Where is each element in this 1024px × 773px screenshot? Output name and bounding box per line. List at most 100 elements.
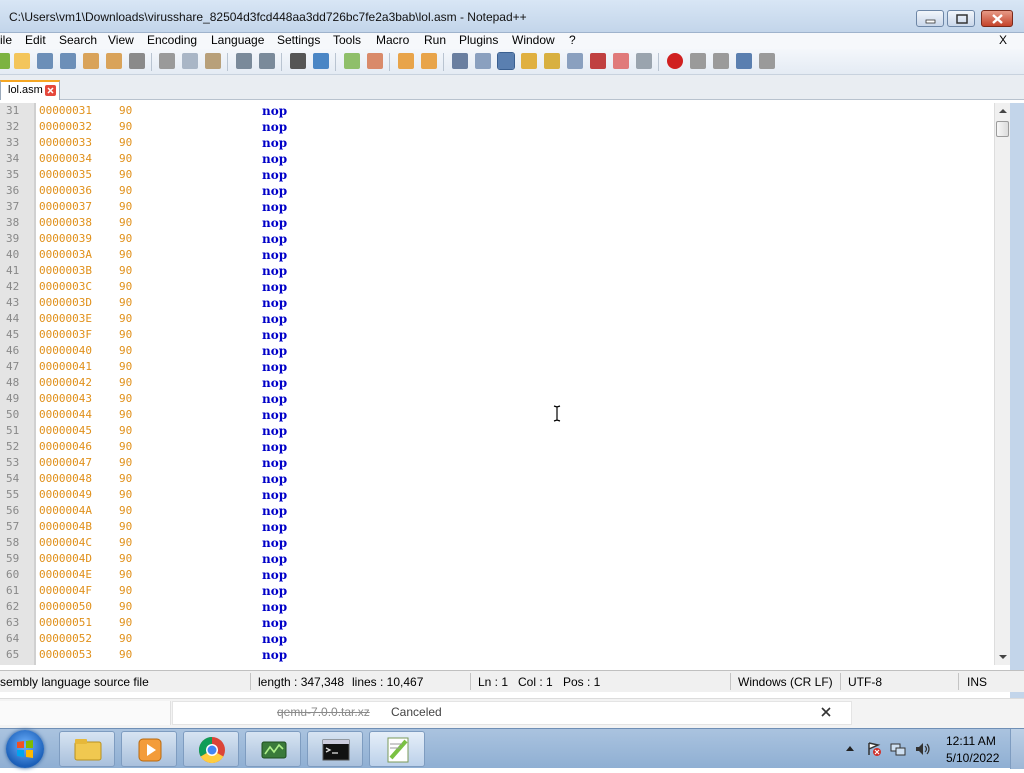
taskbar-cmd[interactable] — [307, 731, 363, 767]
scroll-up-icon[interactable] — [998, 107, 1008, 115]
code-editor[interactable]: 31 00000031 90 nop 32 00000032 90 nop 33 00000033… — [0, 103, 994, 665]
play-macro-icon[interactable] — [713, 53, 729, 69]
download-filename[interactable]: qemu-7.0.0.tar.xz — [277, 705, 370, 719]
record-macro-icon[interactable] — [667, 53, 683, 69]
code-line[interactable]: 39 00000039 90 nop — [0, 231, 994, 247]
tab-lol-asm[interactable]: lol.asm — [0, 80, 60, 100]
menu-settings[interactable]: Settings — [277, 33, 320, 47]
sync-vertical-icon[interactable] — [398, 53, 414, 69]
volume-icon[interactable] — [914, 741, 930, 757]
code-line[interactable]: 34 00000034 90 nop — [0, 151, 994, 167]
code-line[interactable]: 51 00000045 90 nop — [0, 423, 994, 439]
menu-macro[interactable]: Macro — [376, 33, 409, 47]
code-line[interactable]: 31 00000031 90 nop — [0, 103, 994, 119]
minimize-button[interactable] — [916, 10, 944, 27]
download-item[interactable]: qemu-7.0.0.tar.xz Canceled — [172, 701, 852, 725]
code-line[interactable]: 48 00000042 90 nop — [0, 375, 994, 391]
code-line[interactable]: 63 00000051 90 nop — [0, 615, 994, 631]
menu-edit[interactable]: Edit — [25, 33, 46, 47]
network-icon[interactable] — [890, 741, 906, 757]
code-line[interactable]: 55 00000049 90 nop — [0, 487, 994, 503]
code-line[interactable]: 33 00000033 90 nop — [0, 135, 994, 151]
save-all-icon[interactable] — [60, 53, 76, 69]
redo-icon[interactable] — [259, 53, 275, 69]
status-eol[interactable]: Windows (CR LF) — [738, 675, 833, 689]
taskbar-explorer[interactable] — [59, 731, 115, 767]
code-line[interactable]: 47 00000041 90 nop — [0, 359, 994, 375]
menu-view[interactable]: View — [108, 33, 134, 47]
code-line[interactable]: 44 0000003E 90 nop — [0, 311, 994, 327]
taskbar-media-player[interactable] — [121, 731, 177, 767]
menu-language[interactable]: Language — [211, 33, 264, 47]
code-line[interactable]: 64 00000052 90 nop — [0, 631, 994, 647]
paste-icon[interactable] — [205, 53, 221, 69]
menu-encoding[interactable]: Encoding — [147, 33, 197, 47]
folder-as-workspace-icon[interactable] — [613, 53, 629, 69]
scroll-thumb[interactable] — [996, 121, 1009, 137]
menu-help[interactable]: ? — [569, 33, 576, 47]
print-icon[interactable] — [129, 53, 145, 69]
status-encoding[interactable]: UTF-8 — [848, 675, 882, 689]
save-icon[interactable] — [37, 53, 53, 69]
code-line[interactable]: 43 0000003D 90 nop — [0, 295, 994, 311]
title-bar[interactable]: C:\Users\vm1\Downloads\virusshare_82504d… — [0, 0, 1024, 33]
copy-icon[interactable] — [182, 53, 198, 69]
code-line[interactable]: 45 0000003F 90 nop — [0, 327, 994, 343]
code-line[interactable]: 57 0000004B 90 nop — [0, 519, 994, 535]
close-tab-icon[interactable] — [45, 85, 56, 96]
taskbar-network-tool[interactable] — [245, 731, 301, 767]
code-line[interactable]: 53 00000047 90 nop — [0, 455, 994, 471]
user-defined-language-icon[interactable] — [521, 53, 537, 69]
code-line[interactable]: 40 0000003A 90 nop — [0, 247, 994, 263]
code-line[interactable]: 50 00000044 90 nop — [0, 407, 994, 423]
word-wrap-icon[interactable] — [452, 53, 468, 69]
sync-horizontal-icon[interactable] — [421, 53, 437, 69]
menu-run[interactable]: Run — [424, 33, 446, 47]
taskbar-notepadpp[interactable] — [369, 731, 425, 767]
indent-guide-icon[interactable] — [497, 52, 515, 70]
maximize-button[interactable] — [947, 10, 975, 27]
code-line[interactable]: 36 00000036 90 nop — [0, 183, 994, 199]
code-line[interactable]: 52 00000046 90 nop — [0, 439, 994, 455]
show-hidden-icons-icon[interactable] — [845, 744, 855, 752]
clock-time[interactable]: 12:11 AM — [946, 734, 996, 748]
open-file-icon[interactable] — [14, 53, 30, 69]
start-button[interactable] — [6, 730, 44, 768]
close-download-icon[interactable] — [820, 706, 832, 718]
code-line[interactable]: 42 0000003C 90 nop — [0, 279, 994, 295]
code-line[interactable]: 49 00000043 90 nop — [0, 391, 994, 407]
cut-icon[interactable] — [159, 53, 175, 69]
menu-window[interactable]: Window — [512, 33, 555, 47]
new-file-icon[interactable] — [0, 53, 10, 69]
close-file-icon[interactable] — [83, 53, 99, 69]
code-line[interactable]: 41 0000003B 90 nop — [0, 263, 994, 279]
action-center-icon[interactable] — [866, 741, 882, 757]
menu-file[interactable]: ile — [0, 33, 12, 47]
undo-icon[interactable] — [236, 53, 252, 69]
menu-tools[interactable]: Tools — [333, 33, 361, 47]
code-line[interactable]: 58 0000004C 90 nop — [0, 535, 994, 551]
code-line[interactable]: 60 0000004E 90 nop — [0, 567, 994, 583]
close-document-button[interactable]: X — [999, 33, 1007, 47]
document-map-icon[interactable] — [544, 53, 560, 69]
run-macro-multiple-icon[interactable] — [736, 53, 752, 69]
code-line[interactable]: 59 0000004D 90 nop — [0, 551, 994, 567]
show-all-characters-icon[interactable] — [475, 53, 491, 69]
replace-icon[interactable] — [313, 53, 329, 69]
code-line[interactable]: 46 00000040 90 nop — [0, 343, 994, 359]
show-desktop-button[interactable] — [1010, 729, 1024, 769]
code-line[interactable]: 65 00000053 90 nop — [0, 647, 994, 663]
taskbar-chrome[interactable] — [183, 731, 239, 767]
menu-search[interactable]: Search — [59, 33, 97, 47]
code-line[interactable]: 62 00000050 90 nop — [0, 599, 994, 615]
find-icon[interactable] — [290, 53, 306, 69]
code-line[interactable]: 56 0000004A 90 nop — [0, 503, 994, 519]
zoom-in-icon[interactable] — [344, 53, 360, 69]
code-line[interactable]: 54 00000048 90 nop — [0, 471, 994, 487]
document-list-icon[interactable] — [567, 53, 583, 69]
vertical-scrollbar[interactable] — [994, 103, 1010, 665]
code-line[interactable]: 38 00000038 90 nop — [0, 215, 994, 231]
code-line[interactable]: 61 0000004F 90 nop — [0, 583, 994, 599]
scroll-down-icon[interactable] — [998, 653, 1008, 661]
function-list-icon[interactable] — [590, 53, 606, 69]
